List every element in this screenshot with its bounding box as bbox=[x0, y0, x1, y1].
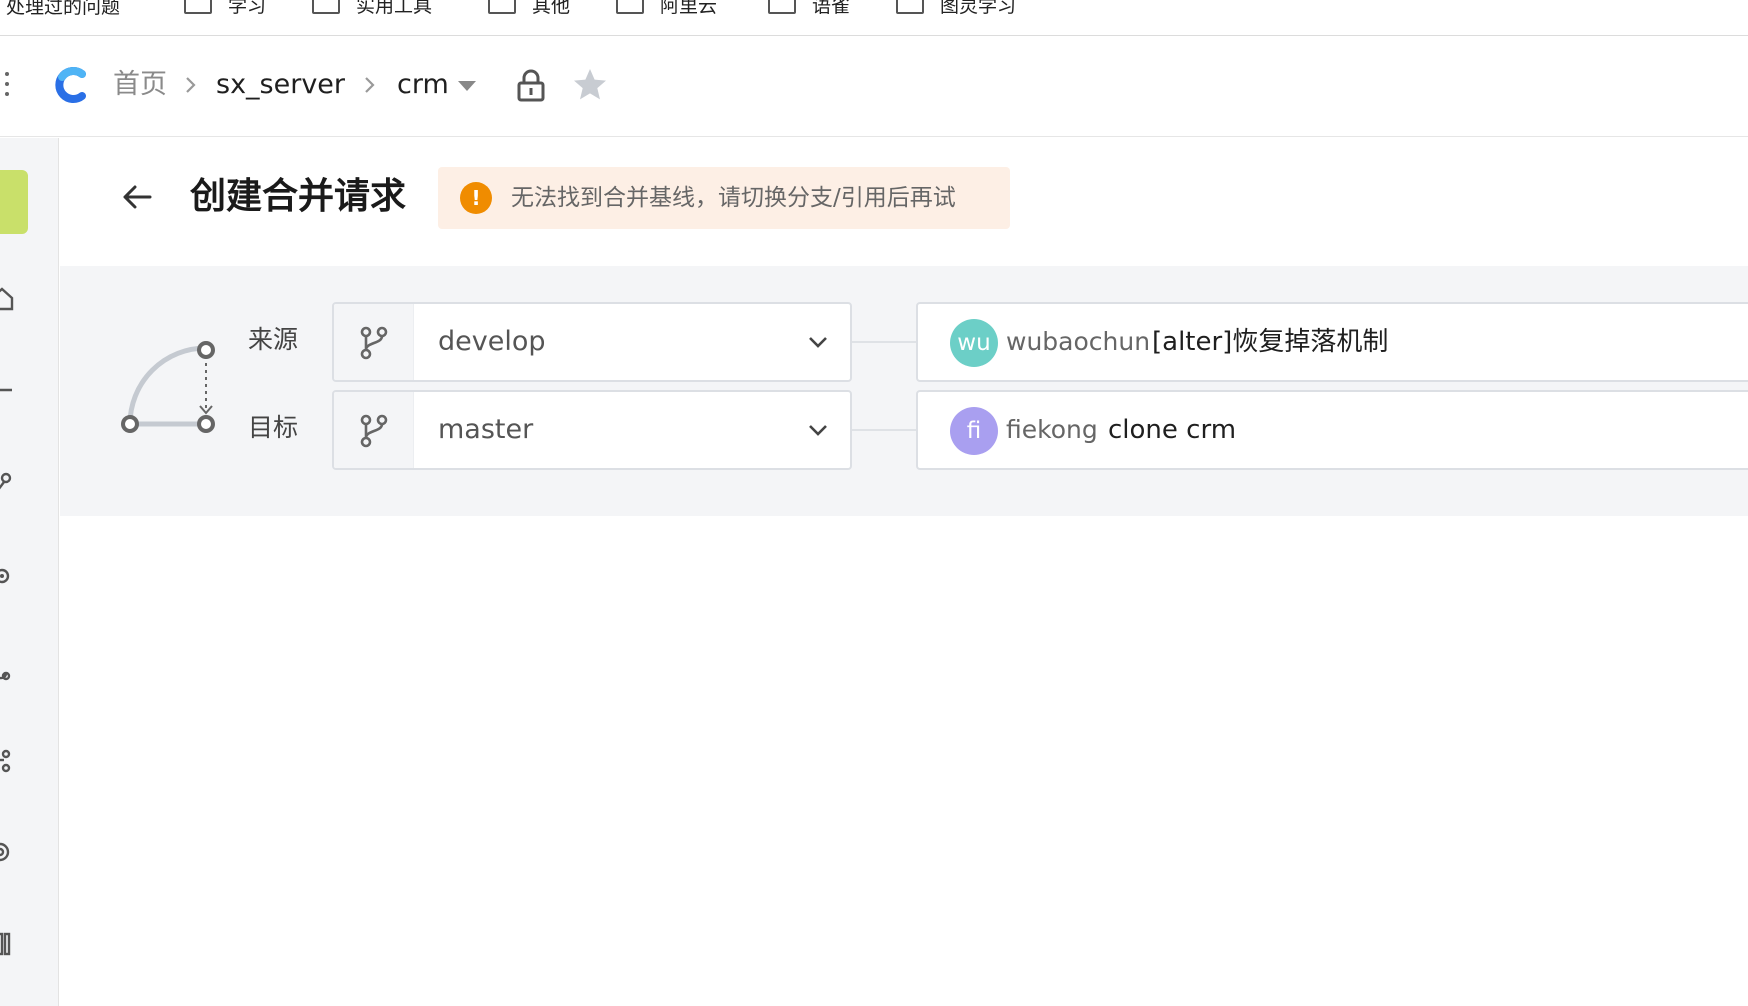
home-icon[interactable] bbox=[0, 284, 14, 312]
lock-icon[interactable] bbox=[516, 67, 546, 103]
merge-graph-icon bbox=[121, 341, 215, 433]
bookmark-folder[interactable]: 实用工具 bbox=[312, 0, 433, 17]
drag-handle-icon[interactable] bbox=[5, 72, 11, 102]
git-branch-icon bbox=[360, 326, 388, 360]
page-header: 创建合并请求 ! 无法找到合并基线，请切换分支/引用后再试 bbox=[60, 138, 1748, 266]
app-logo-icon[interactable] bbox=[52, 65, 92, 105]
star-icon[interactable] bbox=[572, 67, 608, 103]
bookmark-folder-label: 其他 bbox=[532, 0, 571, 17]
bookmark-folder-label: 图灵学习 bbox=[940, 0, 1017, 17]
bookmark-folder[interactable]: 阿里云 bbox=[616, 0, 718, 17]
bookmark-folder[interactable]: 其他 bbox=[488, 0, 571, 17]
chevron-right-icon bbox=[365, 77, 375, 93]
connector-line bbox=[852, 429, 918, 431]
target-commit-card[interactable]: fi fiekong clone crm bbox=[916, 390, 1748, 470]
bookmark-folder[interactable]: 图灵学习 bbox=[896, 0, 1017, 17]
folder-icon bbox=[768, 0, 796, 14]
breadcrumb-project[interactable]: crm bbox=[397, 67, 449, 103]
warning-icon: ! bbox=[460, 182, 492, 214]
source-commit-card[interactable]: wu wubaochun [alter]恢复掉落机制 bbox=[916, 302, 1748, 382]
bookmark-folder-label: 学习 bbox=[228, 0, 267, 17]
avatar: wu bbox=[950, 319, 998, 367]
bookmark-folder-label: 实用工具 bbox=[356, 0, 433, 17]
source-branch-value: develop bbox=[438, 326, 546, 357]
project-avatar[interactable] bbox=[0, 170, 28, 234]
target-branch-value: master bbox=[438, 414, 534, 445]
commit-message: [alter]恢复掉落机制 bbox=[1152, 327, 1389, 357]
breadcrumb-home[interactable]: 首页 bbox=[113, 67, 167, 103]
bell-icon[interactable] bbox=[0, 654, 14, 682]
warning-alert: ! 无法找到合并基线，请切换分支/引用后再试 bbox=[438, 167, 1010, 229]
settings-icon[interactable] bbox=[0, 562, 14, 590]
chevron-right-icon bbox=[186, 77, 196, 93]
chevron-down-icon[interactable] bbox=[806, 332, 830, 352]
pipeline-icon[interactable] bbox=[0, 838, 14, 866]
target-branch-select[interactable]: master bbox=[332, 390, 852, 470]
source-label: 来源 bbox=[248, 325, 299, 354]
connector-line bbox=[852, 341, 918, 343]
git-branch-icon bbox=[360, 414, 388, 448]
bookmark-folder[interactable]: 学习 bbox=[184, 0, 267, 17]
branch-prefix bbox=[334, 392, 414, 468]
commit-message: clone crm bbox=[1108, 415, 1237, 445]
alert-message: 无法找到合并基线，请切换分支/引用后再试 bbox=[511, 185, 956, 211]
branch-icon[interactable] bbox=[0, 468, 14, 496]
branch-selection-panel: 来源 develop wu wubaochun [alter]恢复掉落机制 目标 bbox=[60, 266, 1748, 516]
top-navigation: 首页 sx_server crm bbox=[0, 37, 1748, 137]
bookmark-folder[interactable]: 语雀 bbox=[768, 0, 851, 17]
page-title: 创建合并请求 bbox=[190, 176, 407, 217]
code-icon[interactable] bbox=[0, 376, 14, 404]
chart-icon[interactable] bbox=[0, 930, 14, 958]
target-label: 目标 bbox=[248, 413, 299, 442]
avatar: fi bbox=[950, 407, 998, 455]
bookmarks-bar: 处理过的问题 学习 实用工具 其他 阿里云 语雀 图灵学习 bbox=[0, 0, 1748, 36]
folder-icon bbox=[312, 0, 340, 14]
left-sidebar bbox=[0, 138, 59, 1006]
bookmark-item[interactable]: 处理过的问题 bbox=[6, 0, 120, 19]
back-arrow-icon[interactable] bbox=[120, 182, 154, 212]
commit-author: fiekong bbox=[1006, 415, 1098, 444]
folder-icon bbox=[616, 0, 644, 14]
commit-author: wubaochun bbox=[1006, 327, 1151, 356]
folder-icon bbox=[896, 0, 924, 14]
chevron-down-icon[interactable] bbox=[806, 420, 830, 440]
merge-request-icon[interactable] bbox=[0, 746, 14, 774]
breadcrumb-repo[interactable]: sx_server bbox=[216, 67, 345, 103]
folder-icon bbox=[488, 0, 516, 14]
bookmark-folder-label: 阿里云 bbox=[660, 0, 718, 17]
bookmark-folder-label: 语雀 bbox=[812, 0, 851, 17]
folder-icon bbox=[184, 0, 212, 14]
source-branch-select[interactable]: develop bbox=[332, 302, 852, 382]
caret-down-icon[interactable] bbox=[458, 81, 476, 91]
branch-prefix bbox=[334, 304, 414, 380]
